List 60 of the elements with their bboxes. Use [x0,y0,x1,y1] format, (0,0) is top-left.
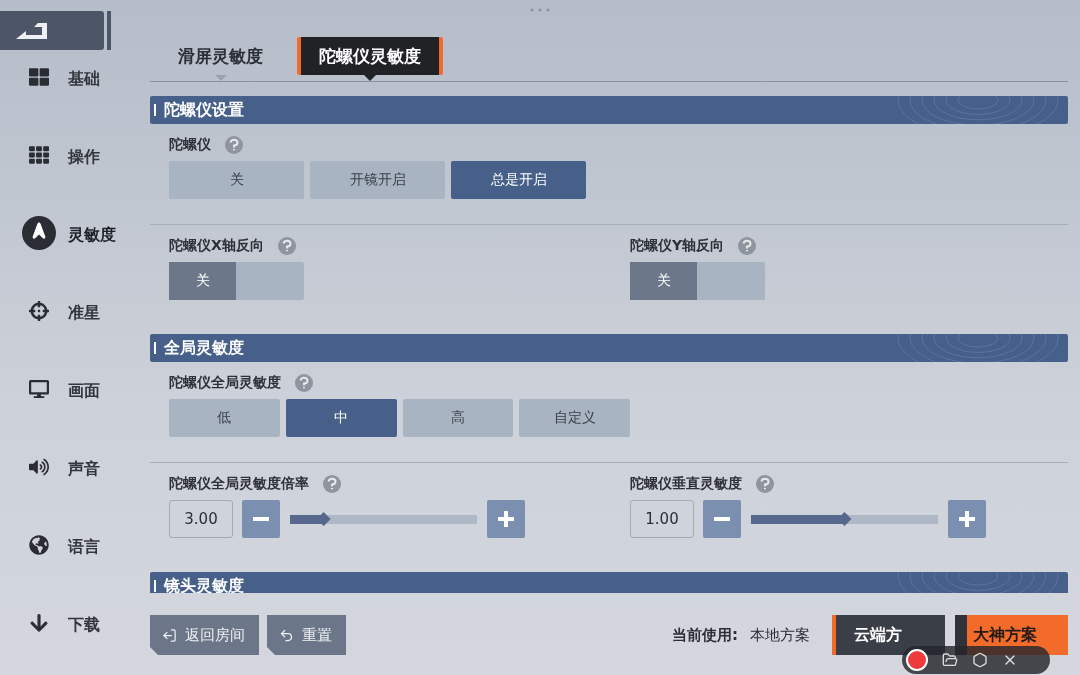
nav-item[interactable]: 声音 [68,459,100,480]
option-button[interactable]: 中 [285,399,397,437]
setting-label: 陀螺仪X轴反向 [169,237,264,255]
setting-label: 陀螺仪Y轴反向 [630,237,725,255]
value-field[interactable]: 3.00 [169,500,233,538]
cursor-icon[interactable] [22,216,56,250]
return-room-button[interactable]: 返回房间 [150,615,259,655]
back-button[interactable] [0,11,104,50]
option-button[interactable]: 自定义 [519,399,630,437]
plus-icon [959,511,975,527]
back-icon [14,21,50,40]
minus-button[interactable] [242,500,280,538]
toggle-switch[interactable]: 关 [630,262,765,300]
reset-button[interactable]: 重置 [267,615,346,655]
help-icon[interactable] [277,237,296,255]
undo-icon [279,627,294,643]
help-icon[interactable] [225,136,243,154]
toggle-switch[interactable]: 关 [169,262,304,300]
current-scheme: 本地方案 [750,625,810,645]
tab-pointer-icon [214,75,227,81]
help-icon[interactable] [295,374,313,392]
help-icon[interactable] [323,475,341,493]
minus-icon [714,517,730,521]
setting-label: 陀螺仪全局灵敏度倍率 [169,475,309,493]
nav-item[interactable]: 灵敏度 [68,225,116,246]
scheme-button[interactable]: 云端方 [832,615,945,655]
exit-icon [162,627,177,643]
help-icon[interactable] [738,237,757,255]
record-button[interactable] [906,649,928,671]
current-label: 当前使用: [672,625,738,645]
section-title: 全局灵敏度 [150,337,244,359]
option-button[interactable]: 总是开启 [451,161,586,199]
section-title: 陀螺仪设置 [150,99,244,121]
setting-label: 陀螺仪垂直灵敏度 [630,475,742,493]
tab[interactable]: 陀螺仪灵敏度 [297,37,443,75]
nav-item[interactable]: 基础 [68,69,100,90]
nav-item[interactable]: 准星 [68,303,100,324]
hexagon-icon[interactable] [972,652,988,668]
plus-button[interactable] [948,500,986,538]
option-button[interactable]: 高 [402,399,514,437]
option-button[interactable]: 开镜开启 [310,161,445,199]
nav-item[interactable]: 画面 [68,381,100,402]
section-title: 镜头灵敏度 [150,575,244,593]
tab[interactable]: 滑屏灵敏度 [170,37,271,75]
setting-label: 陀螺仪 [169,136,211,154]
drag-handle-icon[interactable] [530,8,550,12]
plus-icon [498,511,514,527]
tab-pointer-icon [364,75,376,81]
value-field[interactable]: 1.00 [630,500,694,538]
folder-icon[interactable] [942,652,958,668]
nav-item[interactable]: 操作 [68,147,100,168]
minus-icon [253,517,269,521]
help-icon[interactable] [756,475,774,493]
option-button[interactable]: 关 [169,161,304,199]
nav-item[interactable]: 语言 [68,537,100,558]
option-button[interactable]: 低 [169,399,280,437]
setting-label: 陀螺仪全局灵敏度 [169,374,281,392]
plus-button[interactable] [487,500,525,538]
nav-item[interactable]: 下载 [68,615,100,636]
minus-button[interactable] [703,500,741,538]
